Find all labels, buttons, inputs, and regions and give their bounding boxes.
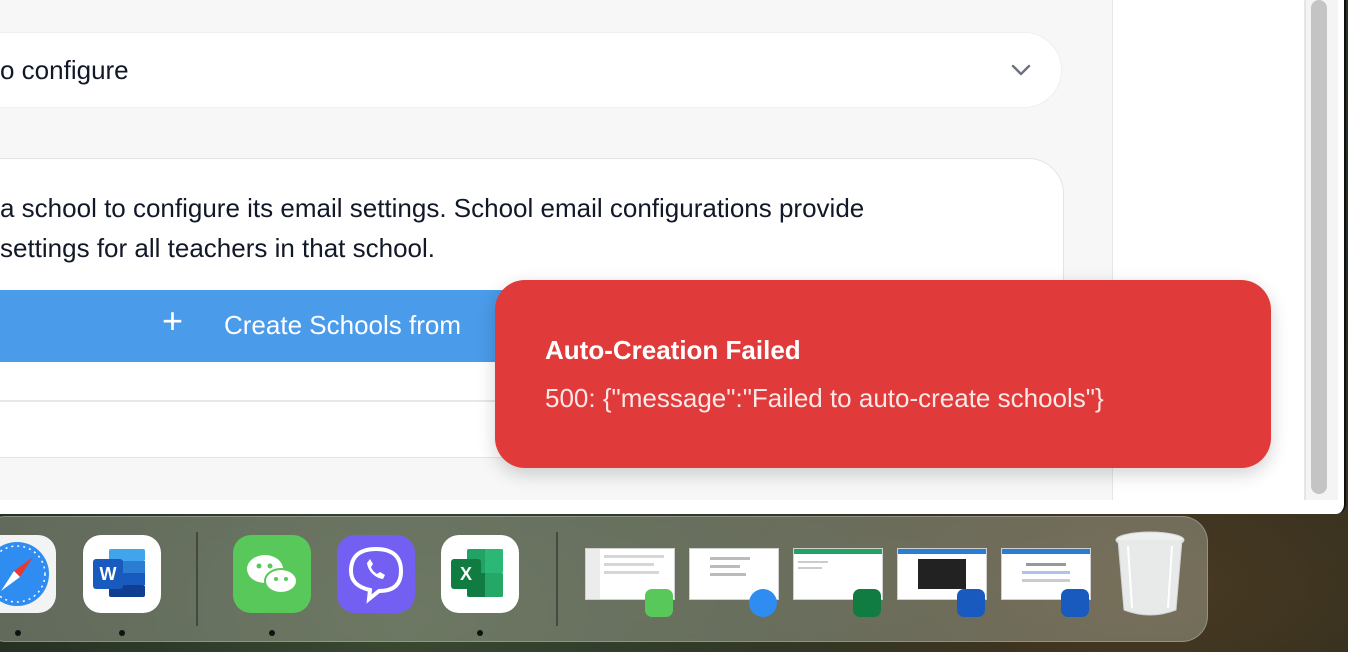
svg-text:W: W xyxy=(100,564,117,584)
school-select-dropdown[interactable] xyxy=(0,32,1062,108)
trash-icon[interactable] xyxy=(1114,530,1186,618)
word-icon xyxy=(957,589,985,617)
card-description-line: settings for all teachers in that school… xyxy=(0,233,436,263)
plus-icon: + xyxy=(162,300,184,341)
word-icon xyxy=(1061,589,1089,617)
word-icon[interactable]: W xyxy=(83,535,161,613)
scrollbar-thumb[interactable] xyxy=(1311,0,1327,494)
viber-icon[interactable] xyxy=(337,535,415,613)
safari-icon xyxy=(749,589,777,617)
excel-icon xyxy=(853,589,881,617)
toast-title: Auto-Creation Failed xyxy=(545,335,801,365)
toast-message: 500: {"message":"Failed to auto-create s… xyxy=(545,383,1104,413)
running-indicator xyxy=(119,630,125,636)
safari-icon[interactable] xyxy=(0,535,56,613)
running-indicator xyxy=(477,630,483,636)
card-description: a school to configure its email settings… xyxy=(0,188,1040,268)
running-indicator xyxy=(15,630,21,636)
school-select-value: o configure xyxy=(0,55,129,85)
running-indicator xyxy=(269,630,275,636)
dock-separator xyxy=(556,532,558,626)
card-description-line: a school to configure its email settings… xyxy=(0,193,865,223)
dock-separator xyxy=(196,532,198,626)
error-toast[interactable]: Auto-Creation Failed 500: {"message":"Fa… xyxy=(495,280,1271,468)
excel-icon[interactable]: X xyxy=(441,535,519,613)
wechat-icon xyxy=(645,589,673,617)
chevron-down-icon[interactable] xyxy=(1008,57,1034,83)
wechat-icon[interactable] xyxy=(233,535,311,613)
create-schools-button-label: Create Schools from xyxy=(224,310,461,340)
svg-text:X: X xyxy=(460,564,472,584)
